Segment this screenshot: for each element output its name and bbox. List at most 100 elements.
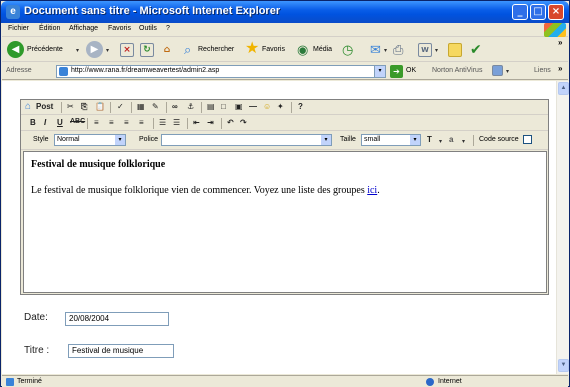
align-left-icon[interactable]: ≡ [94, 118, 99, 127]
help-icon[interactable]: ? [298, 102, 303, 111]
text-color-dropdown-icon[interactable]: ▾ [439, 138, 442, 145]
menu-outils[interactable]: Outils [139, 25, 157, 32]
menu-affichage[interactable]: Affichage [69, 25, 98, 32]
style-select[interactable]: Normal ▾ [54, 134, 126, 146]
pencil-icon[interactable]: ✎ [152, 102, 159, 111]
size-dropdown-icon[interactable]: ▾ [410, 135, 420, 145]
norton-dropdown-icon[interactable]: ▾ [506, 68, 509, 75]
search-button-label[interactable]: Rechercher [198, 46, 234, 53]
address-bar: Adresse http://www.rana.fr/dreamweaverte… [2, 63, 568, 80]
forward-dropdown-icon[interactable]: ▾ [106, 47, 109, 54]
underline-button[interactable]: U [57, 118, 63, 127]
highlight-color-dropdown-icon[interactable]: ▾ [462, 138, 465, 145]
table-icon[interactable]: ▤ [207, 102, 215, 111]
unordered-list-icon[interactable]: ☰ [173, 118, 180, 127]
media-button-label[interactable]: Média [313, 46, 332, 53]
mail-icon[interactable]: ✉ [370, 42, 381, 58]
special-char-icon[interactable]: ✦ [277, 102, 284, 111]
go-button-label[interactable]: OK [406, 67, 416, 74]
bold-button[interactable]: B [30, 118, 36, 127]
cut-icon[interactable]: ✂ [67, 102, 74, 111]
align-right-icon[interactable]: ≡ [124, 118, 129, 127]
paste-icon[interactable]: 📋 [95, 102, 105, 111]
title-input[interactable]: Festival de musique [68, 344, 174, 358]
italic-button[interactable]: I [44, 118, 46, 127]
toolbar-separator [131, 102, 132, 113]
edit-icon[interactable]: W [418, 43, 432, 57]
vertical-scrollbar[interactable]: ▲ ▼ [556, 81, 569, 374]
spellcheck-icon[interactable]: ✓ [117, 102, 124, 111]
forward-arrow-icon[interactable]: ▶ [86, 41, 103, 58]
print-icon[interactable]: ⎙ [393, 42, 403, 58]
indent-icon[interactable]: ⇥ [207, 118, 214, 127]
date-input[interactable]: 20/08/2004 [65, 312, 169, 326]
size-select[interactable]: small ▾ [361, 134, 421, 146]
address-input[interactable]: http://www.rana.fr/dreamweavertest/admin… [56, 65, 386, 78]
frame-icon[interactable]: □ [221, 102, 226, 111]
address-url[interactable]: http://www.rana.fr/dreamweavertest/admin… [71, 67, 219, 74]
post-button[interactable]: Post [36, 102, 53, 111]
close-button[interactable]: × [548, 4, 564, 20]
editor-content-area[interactable]: Festival de musique folklorique Le festi… [23, 151, 547, 293]
link-icon[interactable]: ∞ [172, 102, 178, 111]
favorites-star-icon[interactable]: ★ [245, 41, 259, 57]
copy-icon[interactable]: ⎘ [81, 102, 87, 112]
align-justify-icon[interactable]: ≡ [139, 118, 144, 127]
align-center-icon[interactable]: ≡ [109, 118, 114, 127]
image-icon[interactable]: ▦ [137, 102, 145, 111]
norton-label[interactable]: Norton AntiVirus [432, 67, 482, 74]
home-icon[interactable]: ⌂ [160, 43, 174, 57]
scroll-down-icon[interactable]: ▼ [558, 359, 569, 372]
size-label: Taille [340, 136, 356, 143]
highlight-color-icon[interactable]: a [449, 135, 453, 144]
style-dropdown-icon[interactable]: ▾ [115, 135, 125, 145]
anchor-icon[interactable]: ⚓ [187, 102, 194, 111]
status-bar: Terminé Internet [2, 375, 568, 387]
editor-toolbar-row-3: Style Normal ▾ Police ▾ Taille small ▾ T… [21, 132, 548, 150]
form-icon[interactable]: ▣ [235, 102, 243, 111]
folder-icon[interactable] [448, 43, 462, 57]
ordered-list-icon[interactable]: ☰ [159, 118, 166, 127]
horizontal-rule-icon[interactable]: — [249, 102, 257, 111]
links-overflow-icon[interactable]: » [558, 64, 562, 73]
standard-toolbar: ◀ Précédente ▾ ▶ ▾ × ↻ ⌂ ⌕ Rechercher ★ … [2, 38, 568, 62]
favorites-button-label[interactable]: Favoris [262, 46, 285, 53]
text-color-icon[interactable]: T [427, 135, 432, 144]
font-select[interactable]: ▾ [161, 134, 332, 146]
menu-fichier[interactable]: Fichier [8, 25, 29, 32]
toolbar-overflow-icon[interactable]: » [558, 38, 562, 47]
strikethrough-button[interactable]: ABC [70, 118, 85, 125]
refresh-icon[interactable]: ↻ [140, 43, 154, 57]
edit-dropdown-icon[interactable]: ▾ [435, 47, 438, 54]
back-button-label[interactable]: Précédente [27, 46, 63, 53]
menu-edition[interactable]: Édition [39, 25, 60, 32]
stop-icon[interactable]: × [120, 43, 134, 57]
wysiwyg-editor: ⌂ Post ✂ ⎘ 📋 ✓ ▦ ✎ ∞ ⚓ ▤ □ ▣ — ☺ ✦ ? B I… [20, 99, 549, 295]
post-icon[interactable]: ⌂ [25, 101, 31, 112]
source-code-checkbox[interactable] [523, 135, 532, 144]
menu-help[interactable]: ? [166, 25, 170, 32]
mail-dropdown-icon[interactable]: ▾ [384, 47, 387, 54]
redo-icon[interactable]: ↷ [240, 118, 247, 127]
page-content: ⌂ Post ✂ ⎘ 📋 ✓ ▦ ✎ ∞ ⚓ ▤ □ ▣ — ☺ ✦ ? B I… [2, 81, 556, 374]
checkmark-icon[interactable]: ✔ [470, 41, 482, 58]
font-dropdown-icon[interactable]: ▾ [321, 135, 331, 145]
links-label[interactable]: Liens [534, 67, 551, 74]
minimize-button[interactable]: _ [512, 4, 528, 20]
maximize-button[interactable]: □ [530, 4, 546, 20]
scroll-up-icon[interactable]: ▲ [558, 82, 569, 95]
go-arrow-icon[interactable]: ➔ [390, 65, 403, 78]
back-dropdown-icon[interactable]: ▾ [76, 47, 79, 54]
toolbar-separator [166, 102, 167, 113]
history-icon[interactable]: ◷ [342, 42, 353, 58]
outdent-icon[interactable]: ⇤ [193, 118, 200, 127]
search-icon[interactable]: ⌕ [184, 42, 191, 58]
media-icon[interactable]: ◉ [297, 42, 308, 58]
norton-icon[interactable] [492, 65, 503, 76]
undo-icon[interactable]: ↶ [227, 118, 234, 127]
smiley-icon[interactable]: ☺ [263, 102, 271, 111]
back-arrow-icon[interactable]: ◀ [7, 41, 24, 58]
address-dropdown-icon[interactable]: ▾ [374, 66, 385, 77]
groups-link[interactable]: ici [367, 185, 377, 196]
menu-favoris[interactable]: Favoris [108, 25, 131, 32]
